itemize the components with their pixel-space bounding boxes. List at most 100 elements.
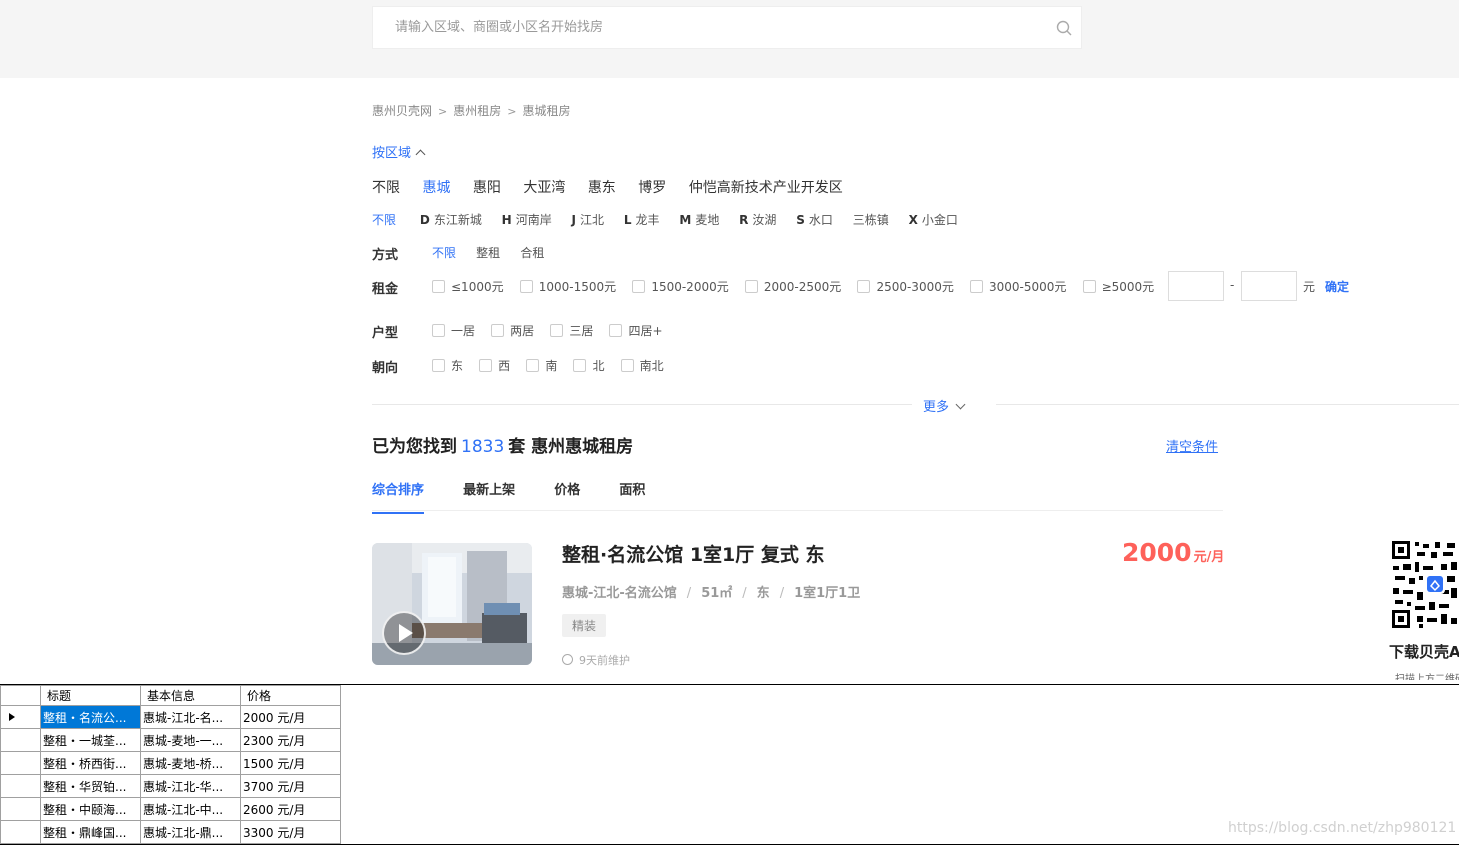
region-option[interactable]: 惠东 [588,180,616,196]
search-input[interactable] [395,7,1035,48]
subarea-option[interactable]: D 东江新城 [420,213,482,227]
grid-cell-price[interactable]: 2300 元/月 [240,728,341,752]
divider [996,404,1459,405]
grid-cell-title[interactable]: 整租・名流公... [40,705,141,729]
rent-max-input[interactable] [1241,271,1297,301]
grid-cell-info[interactable]: 惠城-江北-名... [140,705,241,729]
listing-thumbnail[interactable] [372,543,532,665]
grid-cell-price[interactable]: 2000 元/月 [240,705,341,729]
subarea-option[interactable]: H 河南岸 [502,213,552,227]
subarea-option[interactable]: M 麦地 [679,213,719,227]
grid-column-header[interactable]: 基本信息 [140,685,241,706]
mode-filter-row: 方式 不限 整租 合租 [372,244,772,263]
tab-sort-area[interactable]: 面积 [619,479,645,512]
tab-sort-default[interactable]: 综合排序 [372,479,425,514]
listing-location[interactable]: 惠城-江北-名流公馆 [562,586,677,601]
mode-option-active[interactable]: 不限 [432,244,456,261]
region-option[interactable]: 博罗 [638,180,666,196]
subarea-any[interactable]: 不限 [372,213,396,227]
grid-cell-title[interactable]: 整租・鼎峰国... [40,820,141,844]
region-option[interactable]: 不限 [372,180,400,196]
region-option[interactable]: 仲恺高新技术产业开发区 [689,180,843,196]
grid-cell-price[interactable]: 1500 元/月 [240,751,341,775]
breadcrumb-item[interactable]: 惠州租房 [453,102,501,119]
grid-cell-info[interactable]: 惠城-江北-中... [140,797,241,821]
grid-corner-header[interactable] [0,685,41,706]
direction-checkbox[interactable]: 东 [432,357,463,374]
checkbox-icon [432,324,445,337]
row-header-current[interactable] [0,705,41,729]
grid-column-header[interactable]: 标题 [40,685,141,706]
rent-checkbox[interactable]: 2500-3000元 [857,278,954,295]
grid-cell-info[interactable]: 惠城-江北-华... [140,774,241,798]
breadcrumb-item[interactable]: 惠城租房 [522,102,570,119]
grid-cell-info[interactable]: 惠城-麦地-桥... [140,751,241,775]
grid-cell-info[interactable]: 惠城-麦地-一... [140,728,241,752]
row-header[interactable] [0,728,41,752]
grid-cell-title[interactable]: 整租・一城荃... [40,728,141,752]
subarea-option[interactable]: L 龙丰 [624,213,660,227]
play-video-icon[interactable] [382,611,426,655]
result-count: 1833 [461,437,505,457]
table-row[interactable]: 整租・中颐海... 惠城-江北-中... 2600 元/月 [0,797,341,821]
direction-checkbox[interactable]: 西 [479,357,510,374]
rent-checkbox[interactable]: ≤1000元 [432,278,504,295]
grid-cell-title[interactable]: 整租・中颐海... [40,797,141,821]
mode-option[interactable]: 整租 [476,244,500,261]
rent-checkbox[interactable]: 2000-2500元 [744,278,841,295]
layout-checkbox[interactable]: 两居 [491,322,534,339]
grid-cell-price[interactable]: 3700 元/月 [240,774,341,798]
subarea-option[interactable]: J 江北 [572,213,604,227]
grid-cell-title[interactable]: 整租・华贸铂... [40,774,141,798]
tab-sort-price[interactable]: 价格 [554,479,580,512]
rent-checkbox[interactable]: 3000-5000元 [970,278,1066,295]
listing-time: 9天前维护 [562,652,630,668]
more-filters-button[interactable]: 更多 [923,396,966,415]
subarea-option[interactable]: X 小金口 [909,213,958,227]
rent-checkbox[interactable]: ≥5000元 [1082,278,1154,295]
tab-sort-newest[interactable]: 最新上架 [463,479,515,512]
rent-confirm-button[interactable]: 确定 [1325,278,1349,295]
row-header[interactable] [0,797,41,821]
breadcrumb-item[interactable]: 惠州贝壳网 [372,102,432,119]
row-header[interactable] [0,820,41,844]
grid-cell-price[interactable]: 3300 元/月 [240,820,341,844]
row-header[interactable] [0,774,41,798]
listing-title[interactable]: 整租·名流公馆 1室1厅 复式 东 [562,540,825,567]
grid-column-header[interactable]: 价格 [240,685,341,706]
search-icon[interactable] [1056,20,1072,36]
checkbox-icon [550,324,564,337]
mode-option[interactable]: 合租 [520,244,544,261]
table-row[interactable]: 整租・桥西街... 惠城-麦地-桥... 1500 元/月 [0,751,341,775]
rent-min-input[interactable] [1168,271,1224,301]
table-row[interactable]: 整租・名流公... 惠城-江北-名... 2000 元/月 [0,705,341,729]
layout-checkbox[interactable]: 一居 [432,322,475,339]
direction-checkbox[interactable]: 北 [573,357,604,374]
region-option[interactable]: 惠阳 [473,180,501,196]
rent-checkbox[interactable]: 1500-2000元 [632,278,729,295]
region-option-active[interactable]: 惠城 [422,180,450,196]
direction-checkbox[interactable]: 南北 [620,357,664,374]
layout-checkbox[interactable]: 三居 [550,322,593,339]
region-option[interactable]: 大亚湾 [523,180,565,196]
subarea-option[interactable]: R 汝湖 [739,213,776,227]
result-summary: 已为您找到 1833 套 惠州惠城租房 [372,437,634,457]
direction-checkbox[interactable]: 南 [526,357,557,374]
rent-checkbox[interactable]: 1000-1500元 [519,278,616,295]
search-box[interactable] [372,6,1082,49]
layout-checkbox[interactable]: 四居+ [609,322,663,339]
checkbox-icon [609,324,623,337]
filter-by-region-toggle[interactable]: 按区域 [372,142,426,161]
table-row[interactable]: 整租・华贸铂... 惠城-江北-华... 3700 元/月 [0,774,341,798]
grid-cell-price[interactable]: 2600 元/月 [240,797,341,821]
grid-cell-info[interactable]: 惠城-江北-鼎... [140,820,241,844]
row-header[interactable] [0,751,41,775]
subarea-option[interactable]: 三栋镇 [853,213,889,227]
grid-cell-title[interactable]: 整租・桥西街... [40,751,141,775]
table-row[interactable]: 整租・鼎峰国... 惠城-江北-鼎... 3300 元/月 [0,820,341,844]
data-grid[interactable]: 标题 基本信息 价格 整租・名流公... 惠城-江北-名... 2000 元/月… [0,685,341,844]
listing-price: 2000 元/月 [1122,538,1224,567]
table-row[interactable]: 整租・一城荃... 惠城-麦地-一... 2300 元/月 [0,728,341,752]
clear-filters-link[interactable]: 清空条件 [1166,436,1218,455]
subarea-option[interactable]: S 水口 [796,213,833,227]
